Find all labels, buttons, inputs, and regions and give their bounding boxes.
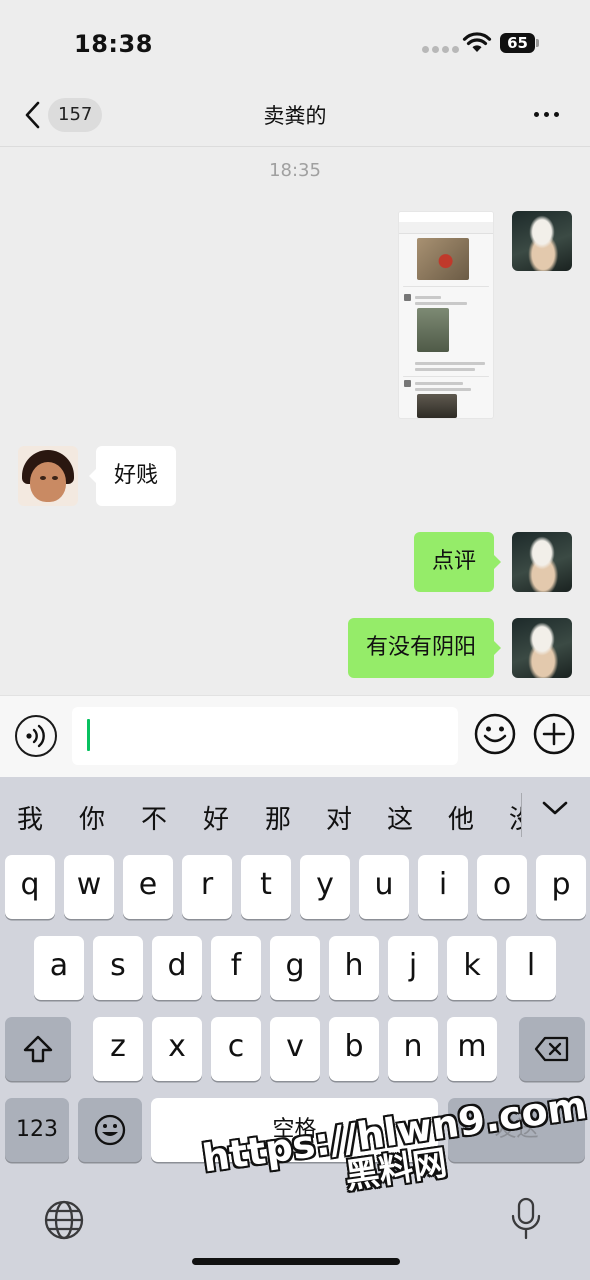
key-q[interactable]: q [5, 855, 55, 919]
my-avatar[interactable] [512, 532, 572, 592]
key-g[interactable]: g [270, 936, 320, 1000]
key-a[interactable]: a [34, 936, 84, 1000]
key-o[interactable]: o [477, 855, 527, 919]
key-n[interactable]: n [388, 1017, 438, 1081]
battery-icon: 65 [500, 33, 539, 53]
home-indicator[interactable] [192, 1258, 400, 1265]
candidate-word[interactable]: 你 [72, 799, 112, 836]
key-f[interactable]: f [211, 936, 261, 1000]
candidate-divider [521, 793, 522, 837]
candidate-bar: 我 你 不 好 那 对 这 他 没 [0, 777, 590, 855]
key-z[interactable]: z [93, 1017, 143, 1081]
key-h[interactable]: h [329, 936, 379, 1000]
key-s[interactable]: s [93, 936, 143, 1000]
emoji-icon [94, 1114, 126, 1146]
my-avatar[interactable] [512, 618, 572, 678]
candidate-word[interactable]: 没 [502, 799, 522, 836]
shift-key[interactable] [5, 1017, 71, 1081]
key-w[interactable]: w [64, 855, 114, 919]
chat-title: 卖粪的 [263, 104, 327, 128]
message-text-input[interactable] [72, 707, 458, 765]
voice-input-button[interactable] [15, 715, 57, 757]
key-e[interactable]: e [123, 855, 173, 919]
contact-avatar[interactable] [18, 446, 78, 506]
key-y[interactable]: y [300, 855, 350, 919]
message-bubble-received[interactable]: 好贱 [88, 446, 177, 506]
candidate-word[interactable]: 那 [258, 799, 298, 836]
text-caret [87, 719, 90, 751]
backspace-icon [534, 1036, 569, 1062]
key-i[interactable]: i [418, 855, 468, 919]
key-j[interactable]: j [388, 936, 438, 1000]
key-t[interactable]: t [241, 855, 291, 919]
backspace-key[interactable] [519, 1017, 585, 1081]
candidate-word[interactable]: 不 [134, 799, 174, 836]
key-k[interactable]: k [447, 936, 497, 1000]
wifi-icon [462, 32, 492, 52]
key-x[interactable]: x [152, 1017, 202, 1081]
more-functions-plus-button[interactable] [532, 712, 576, 756]
candidate-word[interactable]: 这 [380, 799, 420, 836]
key-m[interactable]: m [447, 1017, 497, 1081]
status-time: 18:38 [74, 30, 153, 58]
candidate-word[interactable]: 他 [441, 799, 481, 836]
numbers-key[interactable]: 123 [5, 1098, 69, 1162]
emoji-button[interactable] [473, 712, 517, 756]
key-v[interactable]: v [270, 1017, 320, 1081]
candidate-word[interactable]: 好 [196, 799, 236, 836]
voice-wave-icon [26, 724, 45, 748]
key-p[interactable]: p [536, 855, 586, 919]
message-timestamp: 18:35 [269, 160, 321, 181]
key-l[interactable]: l [506, 936, 556, 1000]
message-bubble-sent[interactable]: 点评 [413, 532, 502, 592]
candidate-word[interactable]: 对 [319, 799, 359, 836]
key-c[interactable]: c [211, 1017, 261, 1081]
key-r[interactable]: r [182, 855, 232, 919]
my-avatar[interactable] [512, 211, 572, 271]
status-bar: 18:38 65 [0, 0, 590, 88]
header-divider [0, 146, 590, 147]
candidate-word[interactable]: 我 [10, 799, 50, 836]
key-d[interactable]: d [152, 936, 202, 1000]
message-input-bar [0, 695, 590, 777]
battery-level: 65 [500, 33, 535, 53]
image-message[interactable] [398, 211, 494, 419]
key-u[interactable]: u [359, 855, 409, 919]
more-options-icon[interactable] [534, 112, 559, 117]
shift-arrow-icon [23, 1035, 53, 1063]
emoji-key[interactable] [78, 1098, 142, 1162]
expand-candidates-chevron-icon[interactable] [540, 797, 570, 819]
chat-header: 157 卖粪的 [0, 88, 590, 144]
key-b[interactable]: b [329, 1017, 379, 1081]
cellular-signal-icon [422, 46, 459, 53]
globe-icon[interactable] [43, 1199, 85, 1241]
message-bubble-sent[interactable]: 有没有阴阳 [347, 618, 502, 678]
